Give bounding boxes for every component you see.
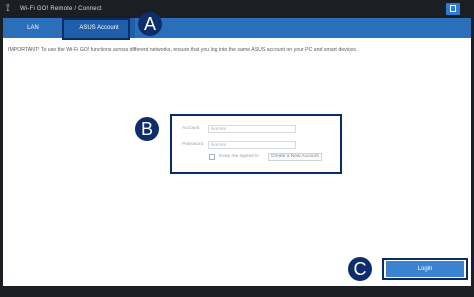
keep-signed-in-checkbox[interactable]: [209, 154, 215, 160]
account-label: Account: [182, 126, 200, 131]
keep-signed-in-label: Keep me signed in: [219, 154, 259, 159]
window-restore-button[interactable]: [446, 3, 460, 15]
callout-c: C: [348, 257, 372, 281]
restore-icon: [450, 5, 456, 12]
window-title: Wi-Fi GO! Remote / Connect: [20, 6, 102, 12]
window-bottom-border: [0, 286, 474, 297]
tab-lan[interactable]: LAN: [3, 18, 63, 38]
title-bar: ⟟ Wi-Fi GO! Remote / Connect: [0, 0, 474, 18]
create-account-button[interactable]: Create a New Account: [268, 153, 322, 161]
login-button[interactable]: Login: [386, 261, 464, 277]
password-field[interactable]: Normal: [208, 141, 296, 149]
app-window: ⟟ Wi-Fi GO! Remote / Connect LAN ASUS Ac…: [0, 0, 474, 297]
callout-a: A: [138, 12, 162, 36]
wifi-go-icon: ⟟: [6, 3, 10, 14]
password-label: Password: [182, 142, 204, 147]
important-notice: IMPORTANT! To use the Wi-Fi GO! function…: [8, 47, 358, 53]
callout-a-highlight: [62, 18, 130, 40]
window-left-border: [0, 18, 3, 288]
account-field[interactable]: Normal: [208, 125, 296, 133]
callout-b: B: [135, 117, 159, 141]
